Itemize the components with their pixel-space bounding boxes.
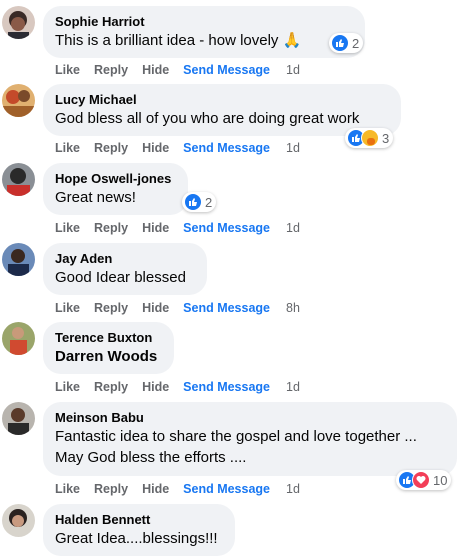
timestamp[interactable]: 1d [286, 141, 300, 155]
hide-button[interactable]: Hide [142, 63, 169, 77]
comment-bubble: Meinson Babu Fantastic idea to share the… [43, 402, 457, 476]
hide-button[interactable]: Hide [142, 141, 169, 155]
comment-author[interactable]: Meinson Babu [55, 409, 445, 426]
comment-text: Good Idear blessed [55, 269, 186, 286]
comment-bubble: Terence Buxton Darren Woods [43, 322, 174, 374]
reply-button[interactable]: Reply [94, 63, 128, 77]
send-message-button[interactable]: Send Message [183, 221, 270, 235]
timestamp[interactable]: 1d [286, 63, 300, 77]
comment-actions: Like Reply Hide Send Message 1d [55, 380, 314, 394]
comment-bubble: Lucy Michael God bless all of you who ar… [43, 84, 401, 136]
comment-author[interactable]: Jay Aden [55, 250, 195, 267]
reaction-number: 3 [382, 130, 390, 146]
reply-button[interactable]: Reply [94, 221, 128, 235]
comment-text-line2: May God bless the efforts .... [55, 449, 247, 466]
like-button[interactable]: Like [55, 380, 80, 394]
comment-text: This is a brilliant idea - how lovely 🙏 [55, 32, 302, 49]
comment-text: God bless all of you who are doing great… [55, 110, 360, 127]
comment-author[interactable]: Hope Oswell-jones [55, 170, 176, 187]
comment-author[interactable]: Sophie Harriot [55, 13, 353, 30]
avatar[interactable] [2, 163, 35, 196]
comment-actions: Like Reply Hide Send Message 1d [55, 63, 314, 77]
timestamp[interactable]: 1d [286, 380, 300, 394]
reaction-count[interactable]: 10 [396, 470, 452, 490]
like-button[interactable]: Like [55, 63, 80, 77]
send-message-button[interactable]: Send Message [183, 380, 270, 394]
like-button[interactable]: Like [55, 141, 80, 155]
reaction-number: 10 [433, 472, 448, 488]
like-reaction-icon [331, 34, 349, 52]
avatar[interactable] [2, 402, 35, 435]
comment-actions: Like Reply Hide Send Message 1d [55, 141, 314, 155]
comment-actions: Like Reply Hide Send Message 8h [55, 301, 314, 315]
comment-text: Great news! [55, 189, 136, 206]
send-message-button[interactable]: Send Message [183, 141, 270, 155]
avatar[interactable] [2, 504, 35, 537]
reaction-count[interactable]: 3 [345, 128, 394, 148]
timestamp[interactable]: 1d [286, 482, 300, 496]
comment-bubble: Jay Aden Good Idear blessed [43, 243, 207, 295]
love-reaction-icon [412, 471, 430, 489]
hide-button[interactable]: Hide [142, 221, 169, 235]
comment-actions: Like Reply Hide Send Message 1d [55, 221, 314, 235]
care-reaction-icon [361, 129, 379, 147]
reply-button[interactable]: Reply [94, 141, 128, 155]
like-button[interactable]: Like [55, 301, 80, 315]
like-button[interactable]: Like [55, 221, 80, 235]
send-message-button[interactable]: Send Message [183, 301, 270, 315]
reaction-count[interactable]: 2 [182, 192, 217, 212]
comment-author[interactable]: Lucy Michael [55, 91, 389, 108]
reply-button[interactable]: Reply [94, 380, 128, 394]
mentioned-user-link[interactable]: Darren Woods [55, 346, 162, 367]
reaction-number: 2 [205, 194, 213, 210]
avatar[interactable] [2, 6, 35, 39]
send-message-button[interactable]: Send Message [183, 482, 270, 496]
hide-button[interactable]: Hide [142, 482, 169, 496]
reply-button[interactable]: Reply [94, 482, 128, 496]
hide-button[interactable]: Hide [142, 301, 169, 315]
comment-bubble: Sophie Harriot This is a brilliant idea … [43, 6, 365, 58]
comment-author[interactable]: Terence Buxton [55, 329, 162, 346]
avatar[interactable] [2, 84, 35, 117]
comment-actions: Like Reply Hide Send Message 1d [55, 482, 314, 496]
comment-author[interactable]: Halden Bennett [55, 511, 223, 528]
timestamp[interactable]: 1d [286, 221, 300, 235]
avatar[interactable] [2, 243, 35, 276]
hide-button[interactable]: Hide [142, 380, 169, 394]
avatar[interactable] [2, 322, 35, 355]
comment-text-line1: Fantastic idea to share the gospel and l… [55, 428, 417, 445]
like-reaction-icon [184, 193, 202, 211]
send-message-button[interactable]: Send Message [183, 63, 270, 77]
reaction-count[interactable]: 2 [329, 33, 364, 53]
reply-button[interactable]: Reply [94, 301, 128, 315]
reaction-number: 2 [352, 35, 360, 51]
comment-bubble: Halden Bennett Great Idea....blessings!!… [43, 504, 235, 556]
timestamp[interactable]: 8h [286, 301, 300, 315]
like-button[interactable]: Like [55, 482, 80, 496]
comment-bubble: Hope Oswell-jones Great news! [43, 163, 188, 215]
comment-text: Great Idea....blessings!!! [55, 530, 218, 547]
